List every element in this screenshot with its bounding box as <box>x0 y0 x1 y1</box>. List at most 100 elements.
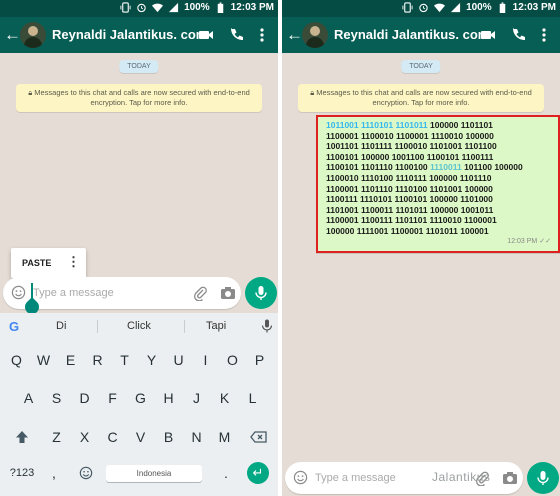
camera-icon[interactable] <box>502 470 518 486</box>
battery-icon <box>499 2 505 13</box>
date-chip: TODAY <box>119 60 159 73</box>
period-key[interactable]: . <box>216 459 236 487</box>
message-line: 1100101 100000 1001100 1100101 1100111 <box>326 151 494 162</box>
battery-icon <box>217 2 223 13</box>
key-a[interactable]: A <box>16 384 41 412</box>
message-timestamp: 12:03 PM ✓✓ <box>507 237 551 245</box>
message-input[interactable]: Type a message <box>33 287 114 299</box>
back-arrow-icon[interactable]: ← <box>4 26 21 43</box>
key-c[interactable]: C <box>100 423 125 451</box>
status-bar: 100% 12:03 PM <box>282 0 560 17</box>
encryption-notice[interactable]: 🔒︎ Messages to this chat and calls are n… <box>16 84 262 112</box>
mic-button[interactable] <box>245 277 277 309</box>
mic-icon <box>537 471 549 485</box>
signal-icon <box>168 2 179 13</box>
wifi-icon <box>434 3 446 13</box>
message-input[interactable]: Type a message <box>315 472 396 484</box>
contact-name[interactable]: Reynaldi Jalantikus. com <box>52 27 207 42</box>
phone-call-icon[interactable] <box>229 27 245 43</box>
key-u[interactable]: U <box>166 346 191 374</box>
suggestion-strip: G Di Click Tapi <box>0 313 278 339</box>
key-t[interactable]: T <box>112 346 137 374</box>
more-options-icon[interactable] <box>259 27 265 43</box>
contact-avatar[interactable] <box>20 22 46 48</box>
video-call-icon[interactable] <box>198 27 214 43</box>
phone-call-icon[interactable] <box>511 27 527 43</box>
left-phone-screen: 100% 12:03 PM ← Reynaldi Jalantikus. com… <box>0 0 278 496</box>
status-time: 12:03 PM <box>512 2 556 13</box>
message-line: 100000 1111001 1100001 1101011 100001 <box>326 225 489 236</box>
message-line: 1100001 1101110 1110100 1101001 100000 <box>326 183 493 194</box>
contact-name[interactable]: Reynaldi Jalantikus. com <box>334 27 489 42</box>
key-l[interactable]: L <box>240 384 265 412</box>
keyboard: G Di Click Tapi Q W E R T Y U I O P A S … <box>0 313 278 496</box>
more-options-icon[interactable] <box>541 27 547 43</box>
alarm-icon <box>137 3 146 13</box>
status-bar: 100% 12:03 PM <box>0 0 278 17</box>
mic-button[interactable] <box>527 462 559 494</box>
key-r[interactable]: R <box>85 346 110 374</box>
key-d[interactable]: D <box>72 384 97 412</box>
message-line: 1011001 1110101 1101011 100000 1101101 <box>326 120 493 130</box>
shift-key[interactable] <box>8 423 36 451</box>
emoji-icon[interactable] <box>293 470 308 485</box>
key-n[interactable]: N <box>184 423 209 451</box>
camera-icon[interactable] <box>220 285 236 301</box>
emoji-key[interactable] <box>73 459 98 487</box>
encryption-notice-text: Messages to this chat and calls are now … <box>34 88 250 107</box>
key-k[interactable]: K <box>212 384 237 412</box>
backspace-key[interactable] <box>244 423 272 451</box>
paste-button[interactable]: PASTE <box>22 258 51 268</box>
key-p[interactable]: P <box>247 346 272 374</box>
key-q[interactable]: Q <box>4 346 29 374</box>
enter-key[interactable]: ↵ <box>247 462 269 484</box>
message-line: 1100101 1101110 1100100 1110011 101100 1… <box>326 162 523 173</box>
voice-input-icon[interactable] <box>261 319 273 333</box>
message-line: 1001101 1101111 1100010 1101001 1101100 <box>326 141 497 152</box>
encryption-notice[interactable]: 🔒︎ Messages to this chat and calls are n… <box>298 84 544 112</box>
comma-key[interactable]: , <box>44 459 64 487</box>
key-f[interactable]: F <box>100 384 125 412</box>
google-g-icon[interactable]: G <box>9 319 19 334</box>
key-s[interactable]: S <box>44 384 69 412</box>
alarm-icon <box>419 3 428 13</box>
key-y[interactable]: Y <box>139 346 164 374</box>
key-h[interactable]: H <box>156 384 181 412</box>
shift-icon <box>16 431 28 443</box>
chat-header: ← Reynaldi Jalantikus. com <box>282 17 560 53</box>
suggestion-2[interactable]: Click <box>127 320 151 332</box>
key-b[interactable]: B <box>156 423 181 451</box>
message-line: 1100001 1100111 1101101 1110010 1100001 <box>326 215 497 226</box>
suggestion-3[interactable]: Tapi <box>206 320 226 332</box>
video-call-icon[interactable] <box>480 27 496 43</box>
signal-icon <box>450 2 461 13</box>
key-v[interactable]: V <box>128 423 153 451</box>
back-arrow-icon[interactable]: ← <box>286 26 303 43</box>
space-key[interactable]: Indonesia <box>106 465 202 482</box>
key-x[interactable]: X <box>72 423 97 451</box>
key-j[interactable]: J <box>184 384 209 412</box>
wifi-icon <box>152 3 164 13</box>
key-w[interactable]: W <box>31 346 56 374</box>
contact-avatar[interactable] <box>302 22 328 48</box>
message-line: 1101001 1100011 1101011 100000 1001011 <box>326 204 494 215</box>
sent-message-bubble[interactable]: 1011001 1110101 1101011 100000 1101101 1… <box>316 115 560 253</box>
paste-popup: PASTE ⋮ <box>11 248 86 278</box>
key-o[interactable]: O <box>220 346 245 374</box>
battery-percent: 100% <box>466 2 492 13</box>
key-m[interactable]: M <box>212 423 237 451</box>
vibrate-icon <box>402 2 413 13</box>
key-i[interactable]: I <box>193 346 218 374</box>
message-line: 1100010 1110100 1110111 100000 1101110 <box>326 172 492 183</box>
key-g[interactable]: G <box>128 384 153 412</box>
emoji-key-icon <box>79 466 92 480</box>
attach-icon[interactable] <box>193 285 207 301</box>
paste-more-icon[interactable]: ⋮ <box>67 255 80 269</box>
message-line: 1100111 1110101 1100101 100000 1101000 <box>326 194 493 205</box>
key-e[interactable]: E <box>58 346 83 374</box>
symbols-key[interactable]: ?123 <box>6 459 38 487</box>
message-highlight: 1011001 1110101 1101011 <box>326 120 428 130</box>
suggestion-1[interactable]: Di <box>56 320 66 332</box>
key-z[interactable]: Z <box>44 423 69 451</box>
emoji-icon[interactable] <box>11 285 26 300</box>
